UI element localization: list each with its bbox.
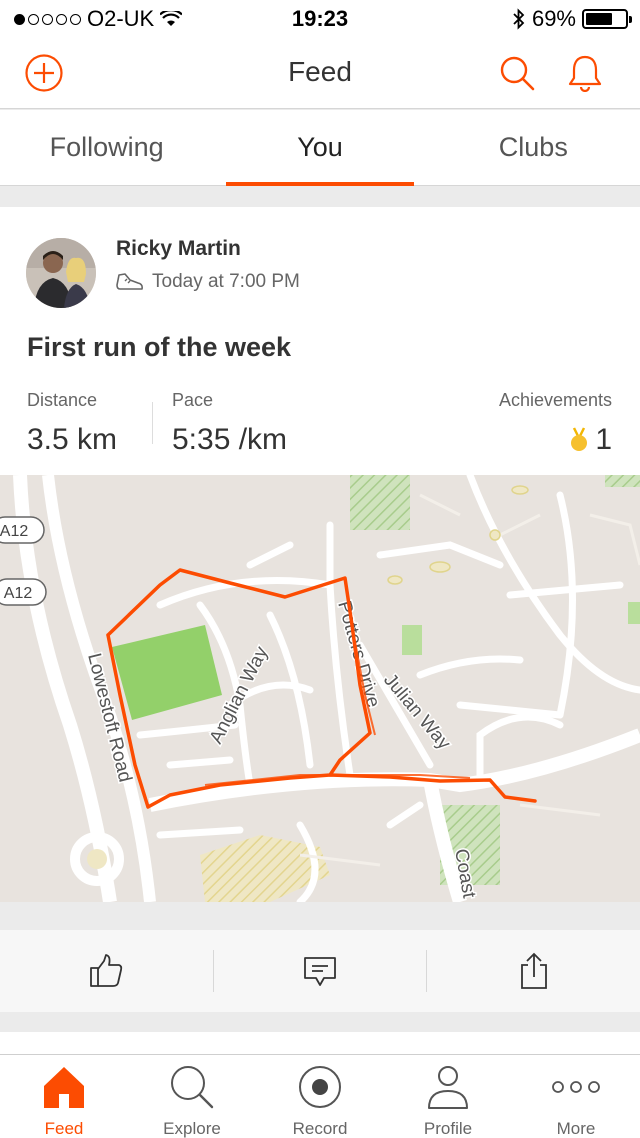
bottom-tab-profile[interactable]: Profile (384, 1055, 512, 1138)
road-label-a12-top: A12 (0, 523, 28, 540)
pace-value: 5:35 /km (172, 423, 288, 456)
road-shield-a12-top: A12 (0, 516, 45, 544)
shoe-icon (116, 273, 143, 290)
distance-stat: Distance 3.5 km (27, 390, 117, 457)
route-map[interactable]: A12 A12 Lowestoft Road Anglian Way Potte… (0, 475, 640, 902)
achievements-label: Achievements (498, 390, 612, 410)
road-shield-a12-bottom: A12 (0, 578, 47, 606)
more-dots-icon (552, 1081, 600, 1093)
activity-actions (0, 930, 640, 1012)
medal-icon (571, 427, 588, 451)
explore-search-icon (171, 1066, 214, 1109)
bottom-tab-more[interactable]: More (512, 1055, 640, 1138)
kudos-button[interactable] (0, 930, 213, 1012)
bottom-tab-label: Profile (423, 1119, 473, 1138)
activity-meta: Today at 7:00 PM (116, 271, 300, 293)
bottom-tab-feed[interactable]: Feed (0, 1055, 128, 1138)
bottom-tab-label: Record (292, 1119, 348, 1138)
bottom-tab-bar: Feed Explore Record Profile More (0, 1054, 640, 1138)
achievements-stat: Achievements 1 (499, 390, 612, 457)
notifications-button[interactable] (564, 52, 606, 94)
activity-card[interactable]: Ricky Martin Today at 7:00 PM First run … (0, 207, 640, 902)
tab-you[interactable]: You (213, 110, 426, 186)
nav-bar: Feed (0, 36, 640, 109)
bottom-tab-record[interactable]: Record (256, 1055, 384, 1138)
feed-tabs: Following You Clubs (0, 110, 640, 186)
record-icon (299, 1066, 341, 1108)
activity-time: Today at 7:00 PM (152, 271, 300, 292)
battery-icon (582, 9, 632, 29)
person-icon (428, 1066, 468, 1109)
road-label-a12-bottom: A12 (4, 585, 33, 602)
bell-icon (568, 55, 602, 92)
search-icon (500, 56, 535, 91)
bottom-tab-label: Feed (44, 1119, 84, 1138)
pace-label: Pace (172, 390, 214, 410)
thumbs-up-icon (90, 954, 123, 987)
distance-label: Distance (27, 390, 98, 410)
bottom-tab-label: More (556, 1119, 596, 1138)
distance-value: 3.5 km (27, 423, 118, 456)
avatar[interactable] (26, 238, 96, 308)
athlete-name[interactable]: Ricky Martin (116, 237, 241, 261)
home-icon (44, 1067, 84, 1108)
achievements-count: 1 (595, 423, 612, 456)
activity-title[interactable]: First run of the week (27, 332, 291, 363)
comment-icon (304, 957, 336, 986)
share-icon (520, 952, 547, 989)
stat-divider (152, 402, 153, 444)
tab-following[interactable]: Following (0, 110, 213, 185)
status-right: 69% (512, 6, 632, 32)
status-bar: O2-UK 19:23 69% (0, 0, 640, 36)
bottom-tab-explore[interactable]: Explore (128, 1055, 256, 1138)
pace-stat: Pace 5:35 /km (172, 390, 287, 457)
comment-button[interactable] (214, 930, 427, 1012)
battery-percent: 69% (531, 6, 576, 31)
share-button[interactable] (427, 930, 640, 1012)
page-title: Feed (288, 56, 352, 87)
bottom-tab-label: Explore (163, 1119, 221, 1138)
search-button[interactable] (496, 52, 538, 94)
bluetooth-icon (513, 8, 525, 30)
tab-clubs[interactable]: Clubs (427, 110, 640, 185)
